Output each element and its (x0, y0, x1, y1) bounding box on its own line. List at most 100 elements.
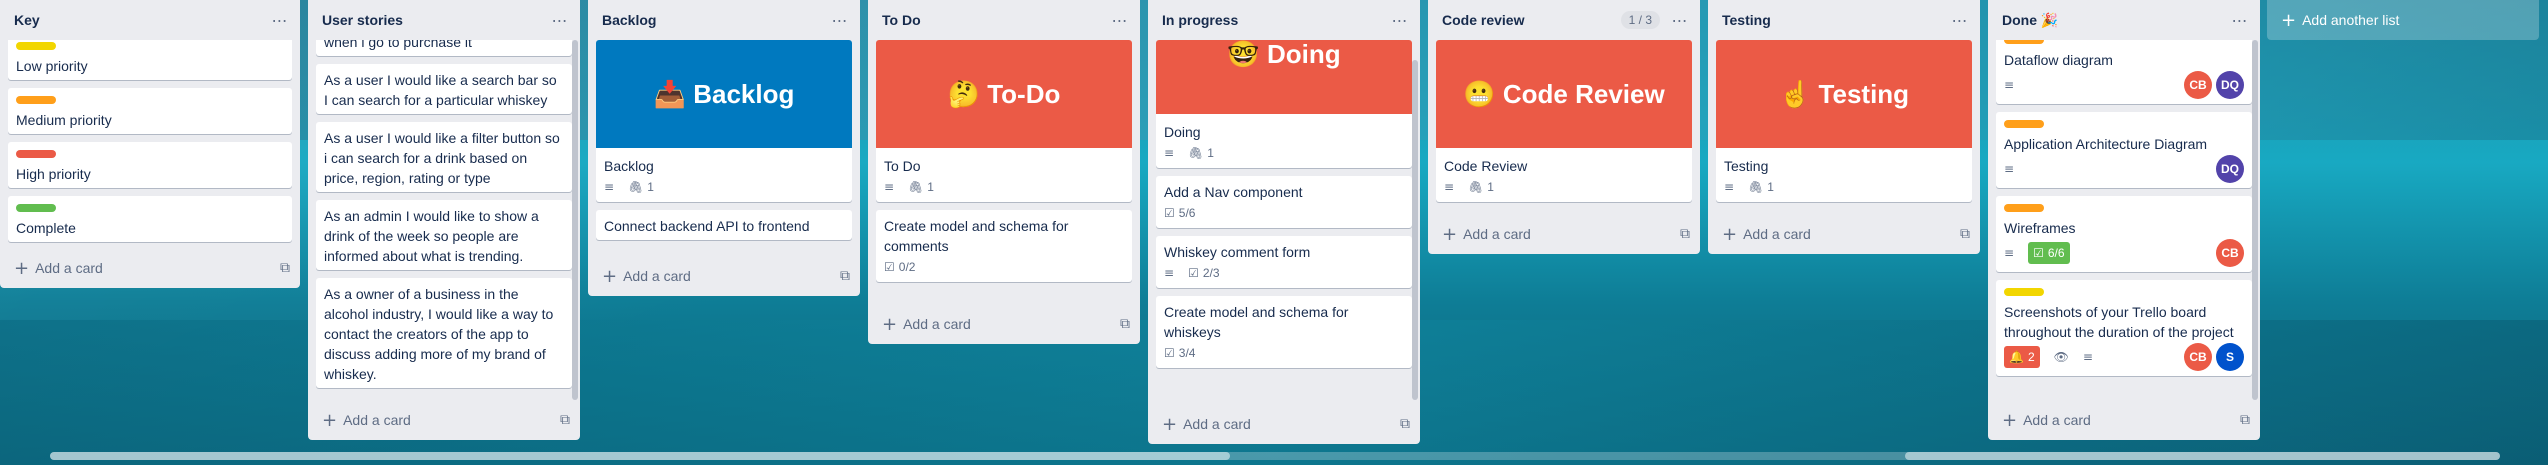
card-template-icon[interactable]: ⧉ (1120, 316, 1130, 332)
list-backlog: Backlog ⋯ 📥 Backlog Backlog ≡ 🖇 1 Connect… (588, 0, 860, 296)
more-horizontal-icon[interactable]: ⋯ (548, 11, 572, 30)
card-cover: 😬 Code Review (1436, 40, 1692, 148)
description-icon: ≡ (1444, 180, 1455, 194)
paperclip-icon: 🖇 (1748, 180, 1764, 194)
list-item[interactable]: Add a Nav component ☑ 5/6 (1156, 176, 1412, 228)
list-scrollbar[interactable] (2252, 40, 2258, 400)
list-item[interactable]: Dataflow diagram ≡ CB DQ (1996, 40, 2252, 104)
add-card-button[interactable]: + Add a card ⧉ (1988, 400, 2260, 440)
card-template-icon[interactable]: ⧉ (1680, 226, 1690, 242)
card-title: As a user I would like a filter button s… (324, 130, 560, 186)
list-item[interactable]: Medium priority (8, 88, 292, 134)
list-item[interactable]: 🤔 To-Do To Do ≡ 🖇 1 (876, 40, 1132, 202)
add-card-button[interactable]: + Add a card ⧉ (308, 400, 580, 440)
plus-icon: + (1722, 223, 1738, 245)
more-horizontal-icon[interactable]: ⋯ (828, 11, 852, 30)
add-card-label: Add a card (2023, 412, 2091, 428)
list-scrollbar[interactable] (572, 40, 578, 400)
card-template-icon[interactable]: ⧉ (560, 412, 570, 428)
paperclip-icon: 🖇 (628, 180, 644, 194)
card-cover: 🤓 Doing (1156, 40, 1412, 114)
more-horizontal-icon[interactable]: ⋯ (1948, 11, 1972, 30)
card-title: when i go to purchase it (324, 40, 472, 50)
card-template-icon[interactable]: ⧉ (2240, 412, 2250, 428)
avatar[interactable]: DQ (2216, 71, 2244, 99)
card-title: Complete (16, 220, 76, 236)
more-horizontal-icon[interactable]: ⋯ (2228, 11, 2252, 30)
more-horizontal-icon[interactable]: ⋯ (1388, 11, 1412, 30)
list-item[interactable]: ☝️ Testing Testing ≡ 🖇 1 (1716, 40, 1972, 202)
add-card-button[interactable]: + Add a card ⧉ (1148, 404, 1420, 444)
attachment-count: 1 (927, 180, 934, 194)
list-item[interactable]: As a owner of a business in the alcohol … (316, 278, 572, 388)
attachment-count: 1 (1207, 146, 1214, 160)
board-scrollbar-thumb[interactable] (1905, 452, 2500, 460)
card-cover: 🤔 To-Do (876, 40, 1132, 148)
add-card-label: Add a card (35, 260, 103, 276)
plus-icon: + (1442, 223, 1458, 245)
list-todo: To Do ⋯ 🤔 To-Do To Do ≡ 🖇 1 Create model … (868, 0, 1140, 344)
list-item[interactable]: Create model and schema for whiskeys ☑ 3/… (1156, 296, 1412, 368)
avatar[interactable]: S (2216, 343, 2244, 371)
list-user-stories: User stories ⋯ when i go to purchase it … (308, 0, 580, 440)
list-item[interactable]: Complete (8, 196, 292, 242)
card-title: Create model and schema for whiskeys (1164, 304, 1349, 340)
card-title: As a owner of a business in the alcohol … (324, 286, 554, 382)
list-title: In progress (1162, 12, 1239, 28)
list-title: Testing (1722, 12, 1771, 28)
list-item[interactable]: As a user I would like a filter button s… (316, 122, 572, 192)
list-item[interactable]: Create model and schema for comments ☑ 0/… (876, 210, 1132, 282)
add-card-button[interactable]: + Add a card ⧉ (1428, 214, 1700, 254)
board-scrollbar-thumb[interactable] (50, 452, 1230, 460)
add-card-button[interactable]: + Add a card ⧉ (868, 304, 1140, 344)
bell-icon: 🔔 (2009, 350, 2024, 364)
list-title: Backlog (602, 12, 657, 28)
list-item[interactable]: 😬 Code Review Code Review ≡ 🖇 1 (1436, 40, 1692, 202)
plus-icon: + (882, 313, 898, 335)
card-template-icon[interactable]: ⧉ (280, 260, 290, 276)
list-item[interactable]: Application Architecture Diagram ≡ DQ (1996, 112, 2252, 188)
list-item[interactable]: Screenshots of your Trello board through… (1996, 280, 2252, 376)
list-item[interactable]: 🤓 Doing Doing ≡ 🖇 1 (1156, 40, 1412, 168)
orange-label (2004, 204, 2044, 212)
add-card-button[interactable]: + Add a card ⧉ (1708, 214, 1980, 254)
list-item[interactable]: Wireframes ≡ ☑ 6/6 CB (1996, 196, 2252, 272)
card-title: Application Architecture Diagram (2004, 136, 2208, 152)
card-title: Medium priority (16, 112, 112, 128)
card-title: To Do (884, 158, 921, 174)
card-template-icon[interactable]: ⧉ (840, 268, 850, 284)
plus-icon: + (14, 257, 30, 279)
list-item[interactable]: when i go to purchase it (316, 40, 572, 56)
list-item[interactable]: High priority (8, 142, 292, 188)
list-item[interactable]: 📥 Backlog Backlog ≡ 🖇 1 (596, 40, 852, 202)
add-list-label: Add another list (2302, 12, 2400, 28)
attachment-count: 1 (1767, 180, 1774, 194)
list-item[interactable]: Low priority (8, 40, 292, 80)
checklist-count: 5/6 (1178, 206, 1196, 220)
more-horizontal-icon[interactable]: ⋯ (268, 11, 292, 30)
avatar[interactable]: DQ (2216, 155, 2244, 183)
avatar[interactable]: CB (2184, 71, 2212, 99)
add-card-button[interactable]: + Add a card ⧉ (0, 248, 300, 288)
add-card-label: Add a card (343, 412, 411, 428)
avatar[interactable]: CB (2216, 239, 2244, 267)
add-list-button[interactable]: + Add another list (2267, 0, 2539, 40)
card-template-icon[interactable]: ⧉ (1960, 226, 1970, 242)
card-title: Create model and schema for comments (884, 218, 1069, 254)
list-scrollbar[interactable] (1412, 60, 1418, 400)
add-card-button[interactable]: + Add a card ⧉ (588, 256, 860, 296)
card-title: Low priority (16, 58, 88, 74)
list-item[interactable]: Connect backend API to frontend (596, 210, 852, 240)
card-template-icon[interactable]: ⧉ (1400, 416, 1410, 432)
avatar[interactable]: CB (2184, 343, 2212, 371)
list-item[interactable]: As an admin I would like to show a drink… (316, 200, 572, 270)
card-cover: ☝️ Testing (1716, 40, 1972, 148)
more-horizontal-icon[interactable]: ⋯ (1668, 11, 1692, 30)
more-horizontal-icon[interactable]: ⋯ (1108, 11, 1132, 30)
description-icon: ≡ (884, 180, 895, 194)
list-item[interactable]: As a user I would like a search bar so I… (316, 64, 572, 114)
list-item[interactable]: Whiskey comment form ≡ ☑ 2/3 (1156, 236, 1412, 288)
plus-icon: + (602, 265, 618, 287)
add-card-label: Add a card (1183, 416, 1251, 432)
card-title: Doing (1164, 124, 1201, 140)
